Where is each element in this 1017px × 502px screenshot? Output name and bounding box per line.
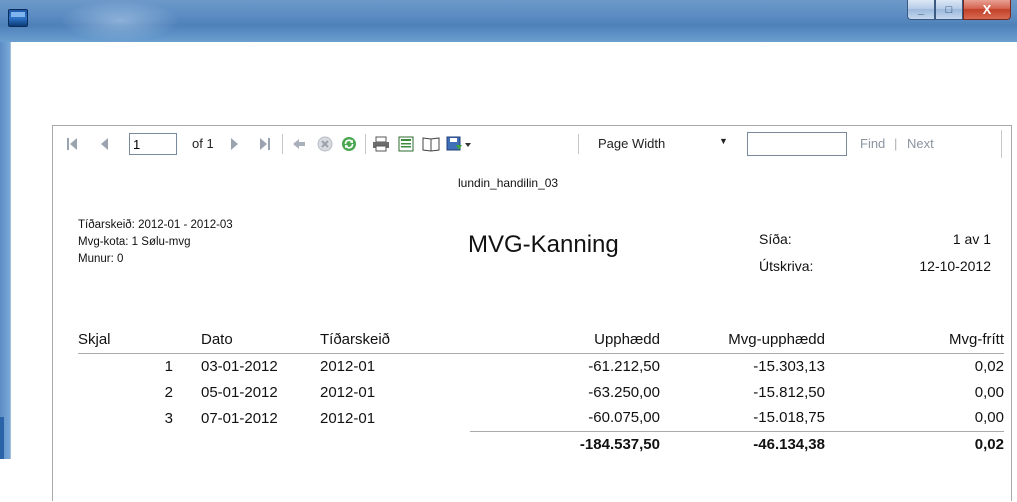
title-bar-glow (60, 0, 180, 42)
report-viewer: of 1 (52, 125, 1012, 502)
col-vat-amount: Mvg-upphædd (660, 327, 825, 354)
report-page: lundin_handilin_03 Tíðarskeið: 2012-01 -… (53, 162, 1011, 502)
toolbar-separator (1001, 130, 1002, 158)
cell-dato: 07-01-2012 (201, 409, 278, 427)
cell-vat-amount: -15.303,13 (753, 357, 825, 375)
cell-period: 2012-01 (320, 357, 376, 375)
table-row: 3 07-01-2012 2012-01 -60.075,00 -15.018,… (78, 405, 1004, 431)
report-name: lundin_handilin_03 (458, 176, 559, 190)
report-toolbar: of 1 (53, 126, 1011, 162)
client-area: of 1 (10, 42, 1017, 502)
first-page-icon[interactable] (65, 135, 79, 153)
page-number-input[interactable] (129, 133, 177, 155)
find-separator: | (894, 136, 898, 151)
cell-vat-free: 0,02 (974, 357, 1004, 375)
cell-vat-free: 0,00 (974, 383, 1004, 401)
window-frame-left (0, 42, 10, 459)
col-dato: Dato (183, 327, 320, 354)
vat-table: Skjal Dato Tíðarskeið Upphædd Mvg-upphæd… (78, 327, 1004, 457)
col-amount: Upphædd (470, 327, 660, 354)
print-date-value: 12-10-2012 (919, 258, 991, 274)
total-vat-free: 0,02 (825, 430, 1004, 457)
col-vat-free: Mvg-frítt (825, 327, 1004, 354)
cell-amount: -63.250,00 (588, 383, 660, 401)
cell-period: 2012-01 (320, 409, 376, 427)
cell-amount: -61.212,50 (588, 357, 660, 375)
frame-accent (0, 417, 4, 459)
app-window: _ □ X of 1 (0, 0, 1017, 502)
total-vat-amount: -46.134,38 (660, 430, 825, 457)
col-period: Tíðarskeið (320, 327, 470, 354)
page-setup-icon[interactable] (421, 135, 441, 153)
meta-difference: Munur: 0 (78, 253, 124, 265)
cell-skjal: 3 (164, 409, 173, 427)
title-bar[interactable]: _ □ X (0, 0, 1017, 42)
back-icon[interactable] (291, 135, 307, 153)
next-page-icon[interactable] (228, 135, 242, 153)
window-controls: _ □ X (907, 0, 1011, 22)
empty-cell (78, 431, 183, 457)
app-icon[interactable] (8, 9, 28, 27)
maximize-button[interactable]: □ (935, 0, 963, 20)
cell-skjal: 2 (164, 383, 173, 401)
page-label: Síða: (759, 231, 792, 247)
previous-page-icon[interactable] (97, 135, 111, 153)
print-icon[interactable] (371, 135, 391, 153)
totals-row: -184.537,50 -46.134,38 0,02 (78, 430, 1004, 457)
find-input[interactable] (747, 132, 847, 156)
cell-period: 2012-01 (320, 383, 376, 401)
zoom-select[interactable]: Page Width (594, 133, 732, 155)
table-header-row: Skjal Dato Tíðarskeið Upphædd Mvg-upphæd… (78, 327, 1004, 354)
cell-dato: 03-01-2012 (201, 357, 278, 375)
toolbar-separator (282, 134, 283, 154)
stop-icon[interactable] (316, 135, 334, 153)
minimize-button[interactable]: _ (907, 0, 935, 20)
close-button[interactable]: X (963, 0, 1011, 20)
print-layout-icon[interactable] (397, 135, 415, 153)
page-count-label: of 1 (192, 136, 214, 151)
table-row: 2 05-01-2012 2012-01 -63.250,00 -15.812,… (78, 379, 1004, 405)
find-button[interactable]: Find (860, 136, 885, 151)
chevron-down-icon[interactable]: ▼ (719, 136, 728, 146)
next-button[interactable]: Next (907, 136, 934, 151)
toolbar-separator (578, 134, 579, 154)
cell-skjal: 1 (164, 357, 173, 375)
col-skjal: Skjal (78, 327, 183, 354)
empty-cell (320, 431, 470, 457)
cell-vat-amount: -15.018,75 (753, 409, 825, 427)
meta-vat-code: Mvg-kota: 1 Sølu-mvg (78, 236, 191, 248)
last-page-icon[interactable] (258, 135, 272, 153)
cell-dato: 05-01-2012 (201, 383, 278, 401)
empty-cell (183, 431, 320, 457)
cell-vat-amount: -15.812,50 (753, 383, 825, 401)
report-title: MVG-Kanning (468, 231, 619, 258)
toolbar-separator (365, 134, 366, 154)
table-row: 1 03-01-2012 2012-01 -61.212,50 -15.303,… (78, 353, 1004, 379)
refresh-icon[interactable] (340, 135, 358, 153)
export-icon[interactable] (445, 135, 473, 153)
total-amount: -184.537,50 (470, 430, 660, 457)
meta-period: Tíðarskeið: 2012-01 - 2012-03 (78, 219, 233, 231)
print-date-label: Útskriva: (759, 258, 814, 274)
cell-vat-free: 0,00 (974, 409, 1004, 427)
page-value: 1 av 1 (952, 231, 991, 247)
cell-amount: -60.075,00 (588, 409, 660, 427)
report-meta: Tíðarskeið: 2012-01 - 2012-03 Mvg-kota: … (78, 217, 233, 268)
